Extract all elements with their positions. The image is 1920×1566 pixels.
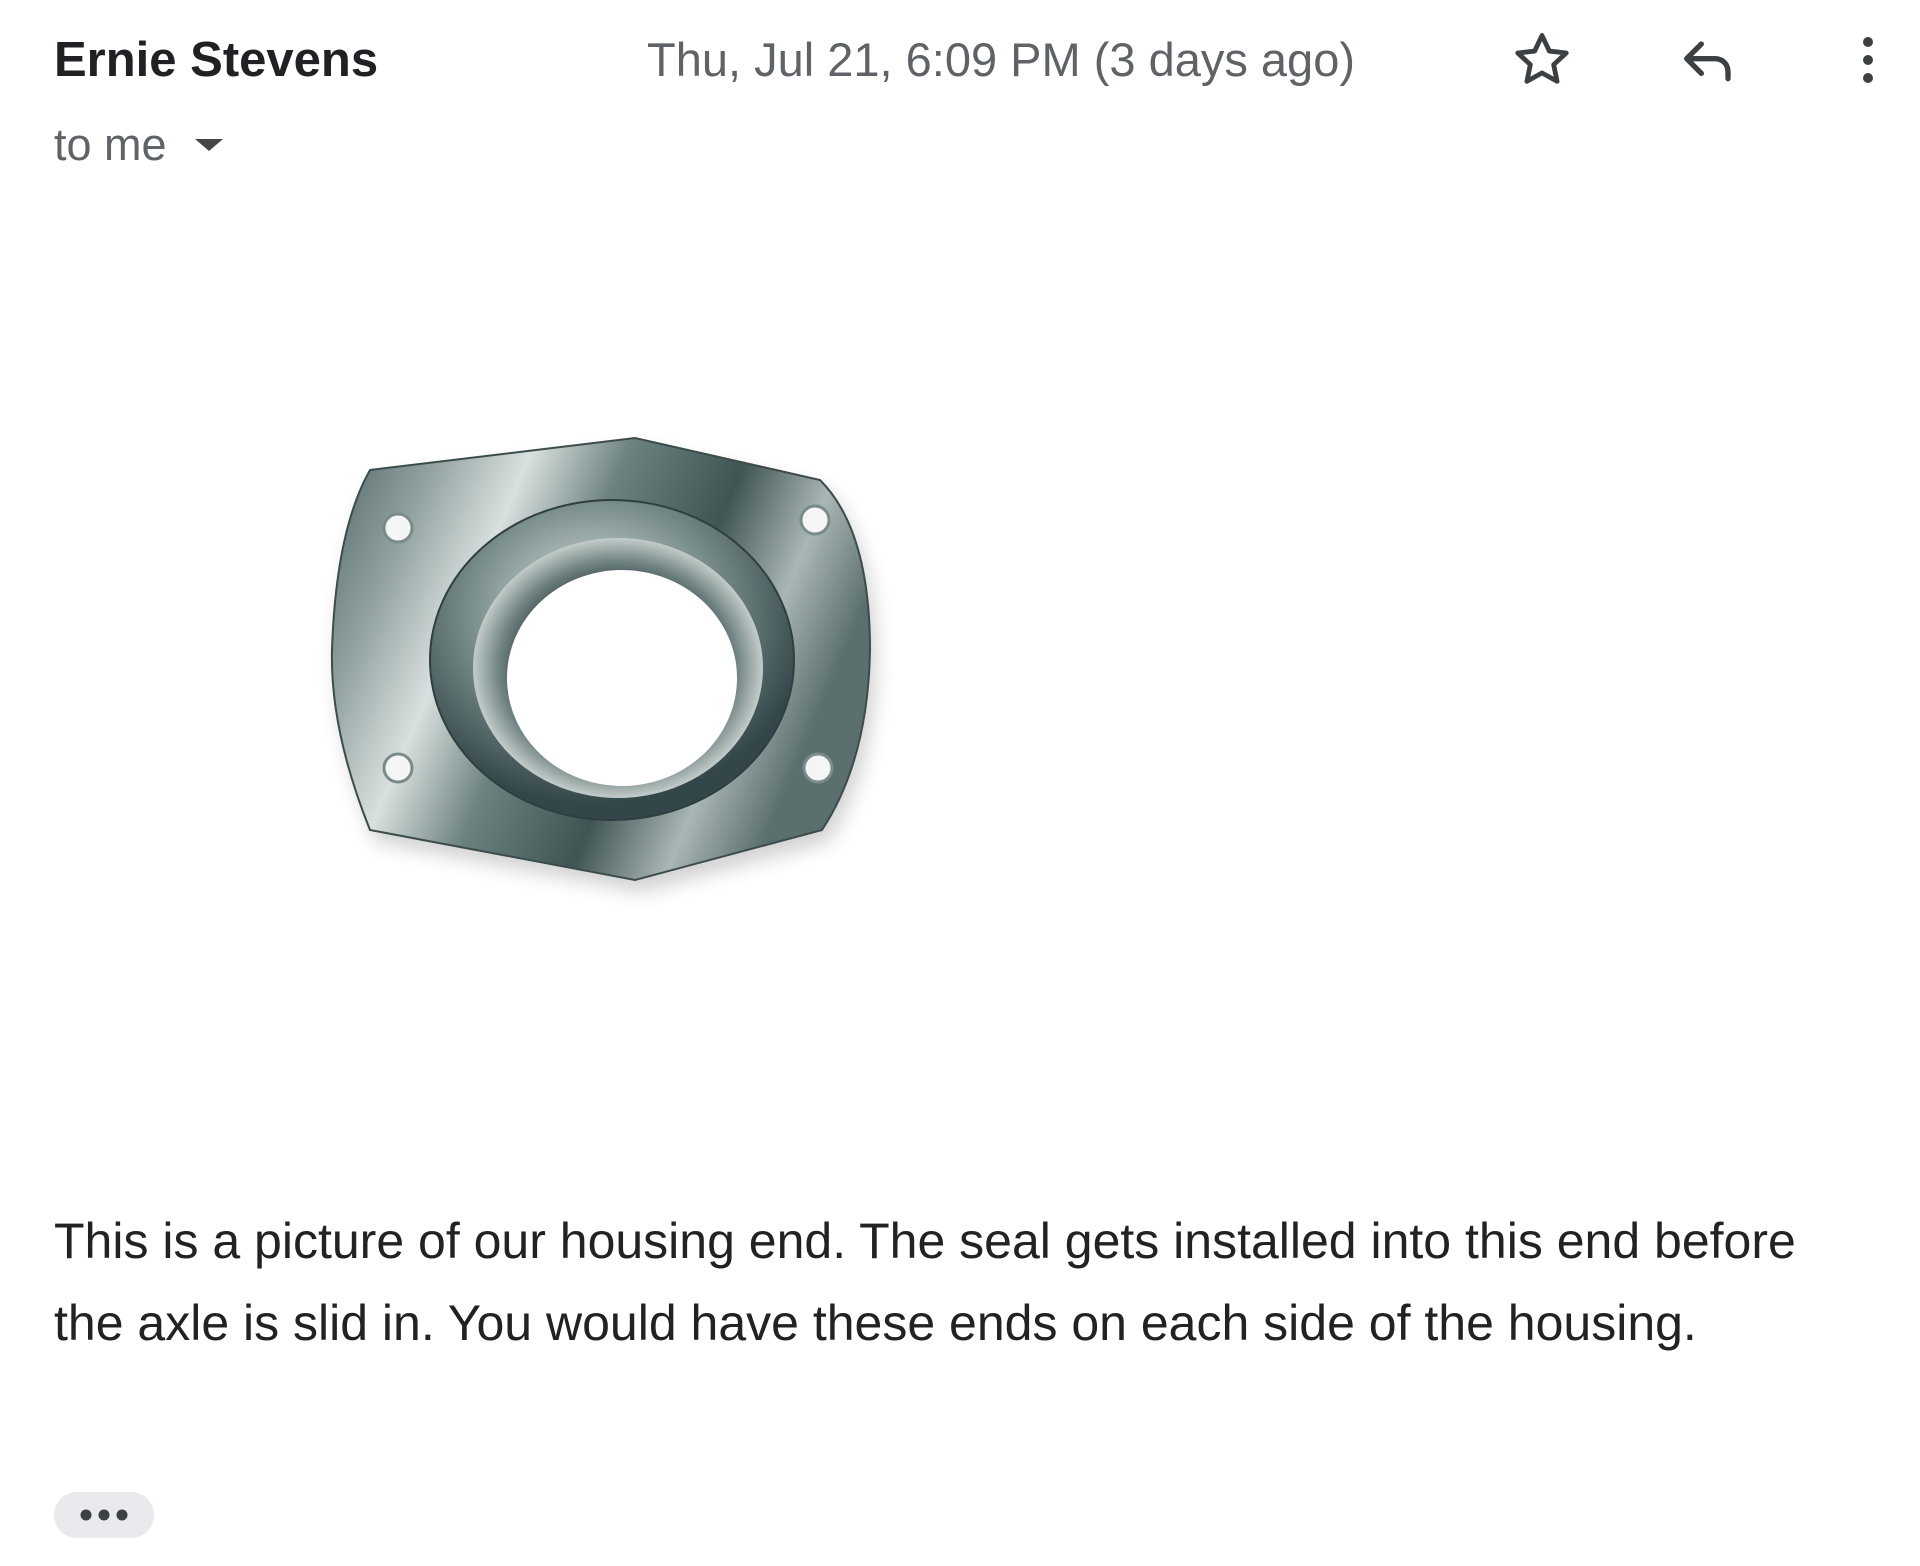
ellipsis-icon (80, 1509, 128, 1521)
star-button[interactable] (1510, 28, 1574, 92)
reply-button[interactable] (1676, 28, 1740, 92)
show-trimmed-content-button[interactable] (54, 1492, 154, 1538)
vertical-dots-icon (1863, 37, 1873, 83)
star-outline-icon (1515, 33, 1569, 84)
sender-name[interactable]: Ernie Stevens (54, 30, 378, 90)
message-body: This is a picture of our housing end. Th… (54, 1213, 1796, 1351)
housing-end-image[interactable] (300, 400, 1000, 920)
recipient-label: to me (54, 119, 167, 170)
caret-down-icon (191, 133, 227, 157)
reply-arrow-icon (1684, 41, 1731, 82)
message-date: Thu, Jul 21, 6:09 PM (3 days ago) (647, 33, 1355, 86)
recipient-details-toggle[interactable]: to me (54, 115, 227, 175)
more-options-button[interactable] (1840, 28, 1896, 92)
housing-end-flange-photo (330, 436, 876, 892)
